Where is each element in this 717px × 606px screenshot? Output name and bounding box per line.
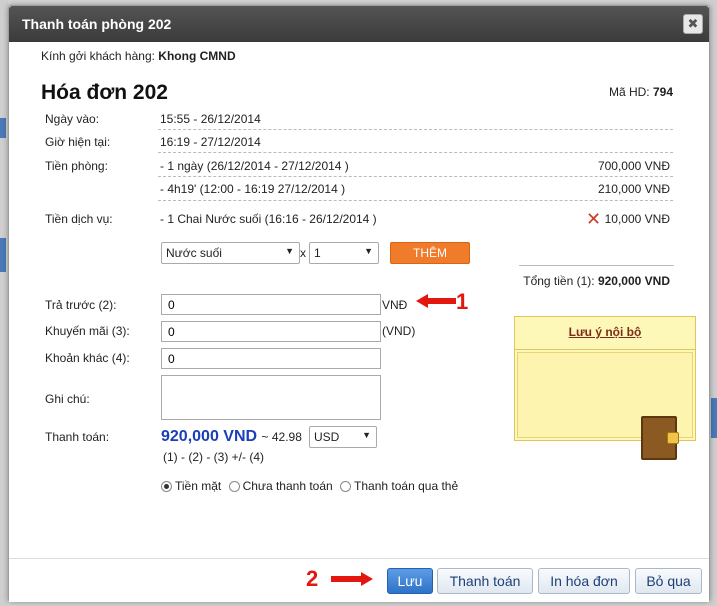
times-sign: x: [300, 246, 306, 260]
prepaid-unit: VNĐ: [382, 298, 408, 312]
service-line: - 1 Chai Nước suối (16:16 - 26/12/2014 ): [160, 212, 377, 226]
other-fee-input[interactable]: [161, 348, 381, 369]
grand-total: Tổng tiền (1): 920,000 VND: [523, 274, 670, 288]
service-fee-label: Tiền dịch vụ:: [45, 212, 113, 226]
dialog-title: Thanh toán phòng 202: [22, 16, 172, 32]
payment-value: 920,000 VND: [161, 428, 258, 445]
room-fee-label: Tiền phòng:: [45, 159, 108, 173]
background-left-edge: [0, 0, 8, 606]
book-icon[interactable]: [641, 416, 679, 460]
background-left-blue-2: [0, 238, 6, 272]
prepaid-input[interactable]: [161, 294, 381, 315]
save-button[interactable]: Lưu: [387, 568, 433, 594]
note-label: Ghi chú:: [45, 392, 90, 406]
divider: [519, 265, 674, 266]
chevron-down-icon: ▼: [364, 246, 373, 256]
customer-name: Khong CMND: [158, 49, 236, 63]
divider: [158, 200, 673, 201]
service-item-select[interactable]: Nước suối ▼: [161, 242, 300, 264]
radio-checked-icon[interactable]: [161, 481, 172, 492]
radio-icon[interactable]: [340, 481, 352, 492]
payment-methods: Tiền mặt Chưa thanh toán Thanh toán qua …: [161, 479, 458, 493]
room-fee-amount-1: 700,000 VNĐ: [597, 159, 670, 173]
discount-unit: (VND): [382, 324, 416, 338]
payment-method-cash[interactable]: Tiền mặt: [161, 479, 221, 493]
room-fee-line-1: - 1 ngày (26/12/2014 - 27/12/2014 ): [160, 159, 349, 173]
background-right-blue: [711, 398, 717, 438]
background-right-edge: [710, 0, 717, 606]
background-left-blue-1: [0, 118, 6, 138]
payment-converted: ~ 42.98: [261, 430, 302, 444]
other-fee-label: Khoản khác (4):: [45, 351, 130, 365]
chevron-down-icon: ▼: [285, 246, 294, 256]
radio-icon[interactable]: [228, 481, 240, 492]
dialog-titlebar: Thanh toán phòng 202 ✖: [9, 6, 709, 42]
discount-input[interactable]: [161, 321, 381, 342]
current-time-label: Giờ hiện tại:: [45, 135, 111, 149]
payment-total: 920,000 VND ~ 42.98: [161, 428, 302, 446]
prepaid-label: Trả trước (2):: [45, 298, 117, 312]
print-invoice-button[interactable]: In hóa đơn: [538, 568, 630, 594]
invoice-code-label: Mã HD:: [608, 85, 650, 99]
room-fee-line-2: - 4h19' (12:00 - 16:19 27/12/2014 ): [160, 182, 346, 196]
payment-method-unpaid[interactable]: Chưa thanh toán: [228, 479, 333, 493]
divider: [158, 176, 673, 177]
delete-icon[interactable]: ✕: [586, 210, 601, 228]
invoice-code-value: 794: [652, 85, 673, 99]
add-service-button[interactable]: THÊM: [390, 242, 470, 264]
payment-dialog: Thanh toán phòng 202 ✖ Kính gởi khách hà…: [8, 5, 710, 602]
current-time-value: 16:19 - 27/12/2014: [160, 135, 261, 149]
divider: [158, 129, 673, 130]
quantity-select[interactable]: 1 ▼: [309, 242, 379, 264]
annotation-marker-2: 2: [306, 566, 319, 591]
chevron-down-icon: ▼: [362, 430, 371, 440]
close-icon[interactable]: ✖: [683, 14, 703, 34]
total-value: 920,000 VND: [597, 274, 670, 288]
skip-button[interactable]: Bỏ qua: [635, 568, 702, 594]
payment-formula: (1) - (2) - (3) +/- (4): [163, 450, 264, 464]
checkin-value: 15:55 - 26/12/2014: [160, 112, 261, 126]
currency-value: USD: [314, 430, 340, 444]
payment-method-card[interactable]: Thanh toán qua thẻ: [340, 479, 458, 493]
note-textarea[interactable]: [161, 375, 381, 420]
service-item-value: Nước suối: [166, 246, 222, 260]
annotation-marker-1: 1: [456, 289, 469, 314]
currency-select[interactable]: USD ▼: [309, 426, 377, 448]
total-label: Tổng tiền (1):: [523, 274, 595, 288]
invoice-code: Mã HD: 794: [609, 85, 673, 99]
internal-note-title: Lưu ý nội bộ: [515, 317, 695, 350]
room-fee-amount-2: 210,000 VNĐ: [597, 182, 670, 196]
discount-label: Khuyến mãi (3):: [45, 324, 130, 338]
service-amount: 10,000 VNĐ: [604, 212, 670, 226]
quantity-value: 1: [314, 246, 321, 260]
arrow-right-icon: [331, 572, 373, 586]
invoice-title: Hóa đơn 202: [41, 81, 168, 104]
greeting: Kính gởi khách hàng: Khong CMND: [41, 49, 236, 63]
checkin-label: Ngày vào:: [45, 112, 100, 126]
pay-button[interactable]: Thanh toán: [437, 568, 533, 594]
divider: [158, 152, 673, 153]
payment-label: Thanh toán:: [45, 430, 110, 444]
greeting-label: Kính gởi khách hàng:: [41, 49, 155, 63]
arrow-left-icon: [416, 294, 456, 308]
